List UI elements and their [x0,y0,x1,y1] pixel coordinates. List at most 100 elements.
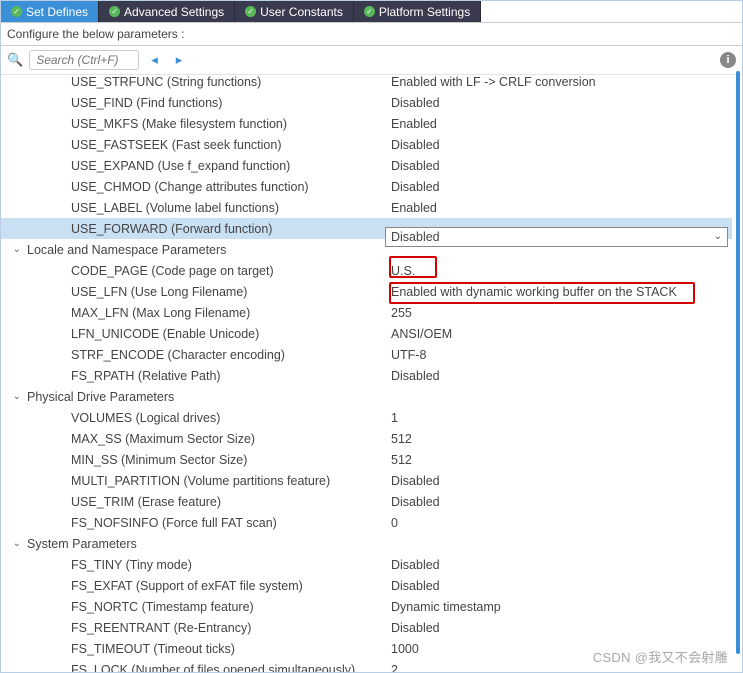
subtitle: Configure the below parameters : [1,23,742,46]
tab-label: Set Defines [26,5,88,19]
parameter-value[interactable]: Disabled [391,474,732,488]
parameter-label: USE_STRFUNC (String functions) [71,75,391,89]
parameter-row[interactable]: USE_LFN (Use Long Filename)Enabled with … [1,281,732,302]
parameter-row[interactable]: FS_NOFSINFO (Force full FAT scan)0 [1,512,732,533]
parameter-value[interactable]: 512 [391,453,732,467]
tab-platform-settings[interactable]: ✓ Platform Settings [354,1,481,22]
parameter-row[interactable]: USE_FORWARD (Forward function)Disabled⌄ [1,218,732,239]
parameter-label: USE_TRIM (Erase feature) [71,495,391,509]
search-icon[interactable]: 🔍 [7,52,23,68]
parameter-value[interactable]: Enabled [391,201,732,215]
parameter-row[interactable]: FS_LOCK (Number of files opened simultan… [1,659,732,672]
group-label: Physical Drive Parameters [27,390,174,404]
parameter-row[interactable]: FS_RPATH (Relative Path)Disabled [1,365,732,386]
tab-label: Platform Settings [379,5,470,19]
chevron-down-icon: ⌄ [1,538,27,549]
chevron-down-icon: ⌄ [1,391,27,402]
tab-bar: ✓ Set Defines ✓Advanced Settings ✓ User Cons… [1,1,742,23]
search-input[interactable] [29,50,139,70]
group-label: System Parameters [27,537,137,551]
parameter-value[interactable]: 255 [391,306,732,320]
parameter-value[interactable]: Disabled [391,558,732,572]
parameter-value[interactable]: ANSI/OEM [391,327,732,341]
parameter-value[interactable]: UTF-8 [391,348,732,362]
parameter-row[interactable]: VOLUMES (Logical drives)1 [1,407,732,428]
next-match-button[interactable]: ▸ [170,52,189,68]
parameter-row[interactable]: USE_FASTSEEK (Fast seek function)Disable… [1,134,732,155]
parameter-row[interactable]: USE_EXPAND (Use f_expand function)Disabl… [1,155,732,176]
parameter-label: MAX_LFN (Max Long Filename) [71,306,391,320]
parameter-row[interactable]: FS_EXFAT (Support of exFAT file system)D… [1,575,732,596]
parameter-row[interactable]: MIN_SS (Minimum Sector Size)512 [1,449,732,470]
parameter-value[interactable]: Disabled [391,180,732,194]
parameter-value[interactable]: Enabled with dynamic working buffer on t… [391,285,732,299]
parameter-row[interactable]: FS_TIMEOUT (Timeout ticks)1000 [1,638,732,659]
parameter-row[interactable]: USE_LABEL (Volume label functions)Enable… [1,197,732,218]
scrollbar-thumb[interactable] [736,71,740,654]
parameter-label: MAX_SS (Maximum Sector Size) [71,432,391,446]
parameter-row[interactable]: USE_CHMOD (Change attributes function)Di… [1,176,732,197]
info-icon[interactable]: i [720,52,736,68]
parameter-value[interactable]: Disabled [391,138,732,152]
check-icon: ✓ [245,6,256,17]
parameter-value[interactable]: Disabled [391,96,732,110]
chevron-down-icon: ⌄ [714,231,722,242]
parameter-row[interactable]: CODE_PAGE (Code page on target)U.S. [1,260,732,281]
group-label: Locale and Namespace Parameters [27,243,226,257]
parameter-value[interactable]: Enabled with LF -> CRLF conversion [391,75,732,89]
parameter-label: USE_FASTSEEK (Fast seek function) [71,138,391,152]
parameter-value[interactable]: 2 [391,663,732,673]
parameter-row[interactable]: USE_STRFUNC (String functions)Enabled wi… [1,71,732,92]
parameter-row[interactable]: MULTI_PARTITION (Volume partitions featu… [1,470,732,491]
group-header[interactable]: ⌄Physical Drive Parameters [1,386,732,407]
parameter-row[interactable]: USE_MKFS (Make filesystem function)Enabl… [1,113,732,134]
chevron-down-icon: ⌄ [1,244,27,255]
parameter-value[interactable]: Disabled [391,621,732,635]
parameter-value[interactable]: 0 [391,516,732,530]
tab-set-defines[interactable]: ✓ Set Defines [1,1,99,22]
parameter-label: USE_MKFS (Make filesystem function) [71,117,391,131]
parameter-row[interactable]: LFN_UNICODE (Enable Unicode)ANSI/OEM [1,323,732,344]
group-header[interactable]: ⌄System Parameters [1,533,732,554]
parameter-row[interactable]: USE_TRIM (Erase feature)Disabled [1,491,732,512]
parameter-row[interactable]: MAX_SS (Maximum Sector Size)512 [1,428,732,449]
parameter-label: LFN_UNICODE (Enable Unicode) [71,327,391,341]
parameter-row[interactable]: STRF_ENCODE (Character encoding)UTF-8 [1,344,732,365]
parameter-row[interactable]: FS_REENTRANT (Re-Entrancy)Disabled [1,617,732,638]
tab-label: User Constants [260,5,343,19]
prev-match-button[interactable]: ◂ [145,52,164,68]
parameter-label: USE_FORWARD (Forward function) [71,222,391,236]
check-icon: ✓ [11,6,22,17]
parameter-label: USE_LFN (Use Long Filename) [71,285,391,299]
parameter-label: MULTI_PARTITION (Volume partitions featu… [71,474,391,488]
scrollbar-track[interactable] [736,71,740,672]
parameter-value[interactable]: U.S. [391,264,732,278]
parameter-value[interactable]: Disabled [391,159,732,173]
parameter-value[interactable]: 512 [391,432,732,446]
parameter-label: FS_TIMEOUT (Timeout ticks) [71,642,391,656]
value-dropdown[interactable]: Disabled⌄ [385,227,728,247]
tab-advanced-settings[interactable]: ✓Advanced Settings [99,1,235,22]
parameter-label: FS_NOFSINFO (Force full FAT scan) [71,516,391,530]
parameter-label: FS_TINY (Tiny mode) [71,558,391,572]
parameter-value[interactable]: 1000 [391,642,732,656]
parameter-row[interactable]: USE_FIND (Find functions)Disabled [1,92,732,113]
parameter-label: VOLUMES (Logical drives) [71,411,391,425]
parameter-row[interactable]: MAX_LFN (Max Long Filename)255 [1,302,732,323]
parameter-value[interactable]: Disabled [391,495,732,509]
parameter-tree: USE_STRFUNC (String functions)Enabled wi… [1,71,742,672]
parameter-label: USE_LABEL (Volume label functions) [71,201,391,215]
parameter-value[interactable]: Disabled [391,369,732,383]
parameter-label: MIN_SS (Minimum Sector Size) [71,453,391,467]
parameter-value[interactable]: Enabled [391,117,732,131]
parameter-value[interactable]: Dynamic timestamp [391,600,732,614]
parameter-label: USE_CHMOD (Change attributes function) [71,180,391,194]
parameter-label: STRF_ENCODE (Character encoding) [71,348,391,362]
parameter-label: USE_EXPAND (Use f_expand function) [71,159,391,173]
parameter-row[interactable]: FS_NORTC (Timestamp feature)Dynamic time… [1,596,732,617]
parameter-value[interactable]: 1 [391,411,732,425]
check-icon: ✓ [364,6,375,17]
tab-user-constants[interactable]: ✓ User Constants [235,1,354,22]
parameter-value[interactable]: Disabled [391,579,732,593]
parameter-row[interactable]: FS_TINY (Tiny mode)Disabled [1,554,732,575]
